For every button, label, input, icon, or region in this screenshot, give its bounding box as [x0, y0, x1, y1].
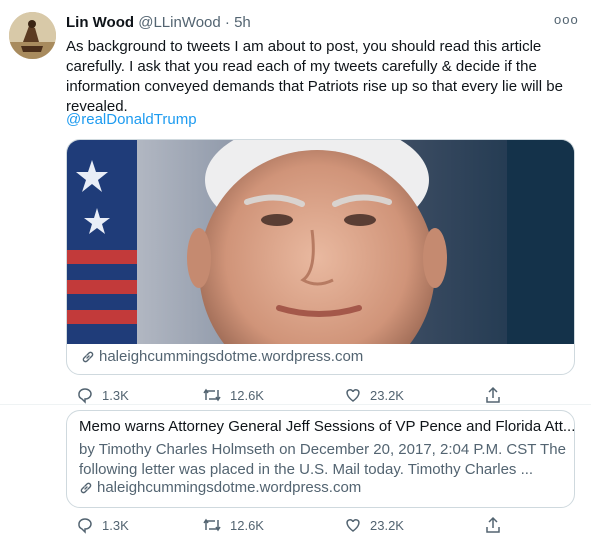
card-image — [67, 140, 574, 374]
card-domain[interactable]: haleighcummingsdotme.wordpress.com — [81, 348, 363, 365]
more-icon[interactable]: ooo — [554, 12, 578, 28]
divider — [0, 404, 591, 405]
link-icon — [82, 351, 94, 362]
author-handle[interactable]: @LLinWood — [138, 14, 221, 31]
reply-icon — [78, 518, 92, 534]
retweet-count: 12.6K — [230, 517, 264, 533]
link-icon — [80, 482, 92, 493]
tweet-header: Lin Wood @LLinWood · 5h — [66, 14, 251, 31]
retweet-button-2[interactable]: 12.6K — [202, 516, 264, 534]
article-title: Memo warns Attorney General Jeff Session… — [79, 418, 576, 435]
share-icon — [486, 386, 500, 403]
reply-button[interactable]: 1.3K — [76, 386, 129, 404]
action-bar: 1.3K 12.6K 23.2K — [76, 386, 500, 406]
mention-link[interactable]: @realDonaldTrump — [66, 111, 197, 128]
retweet-button[interactable]: 12.6K — [202, 386, 264, 404]
share-button[interactable] — [484, 386, 502, 404]
separator-dot: · — [224, 14, 230, 31]
retweet-count: 12.6K — [230, 387, 264, 403]
avatar[interactable] — [9, 12, 56, 59]
action-bar-2: 1.3K 12.6K 23.2K — [76, 516, 500, 536]
tweet[interactable]: Lin Wood @LLinWood · 5h ooo As backgroun… — [0, 0, 591, 541]
reply-count: 1.3K — [102, 517, 129, 533]
link-card[interactable]: haleighcummingsdotme.wordpress.com — [66, 139, 575, 375]
reply-count: 1.3K — [102, 387, 129, 403]
heart-icon — [346, 519, 360, 532]
like-button[interactable]: 23.2K — [344, 386, 404, 404]
article-domain[interactable]: haleighcummingsdotme.wordpress.com — [79, 479, 361, 496]
retweet-icon — [203, 388, 221, 402]
like-button-2[interactable]: 23.2K — [344, 516, 404, 534]
share-button-2[interactable] — [484, 516, 502, 534]
author-name[interactable]: Lin Wood — [66, 14, 134, 31]
reply-button-2[interactable]: 1.3K — [76, 516, 129, 534]
heart-icon — [346, 389, 360, 402]
article-description: by Timothy Charles Holmseth on December … — [79, 441, 566, 478]
article-domain-text: haleighcummingsdotme.wordpress.com — [97, 479, 362, 496]
tweet-text: As background to tweets I am about to po… — [66, 38, 563, 115]
share-icon — [486, 516, 500, 533]
like-count: 23.2K — [370, 387, 404, 403]
like-count: 23.2K — [370, 517, 404, 533]
tweet-time[interactable]: 5h — [234, 14, 251, 31]
card-domain-text: haleighcummingsdotme.wordpress.com — [99, 348, 364, 365]
retweet-icon — [203, 518, 221, 532]
reply-icon — [78, 388, 92, 404]
article-card[interactable]: Memo warns Attorney General Jeff Session… — [66, 410, 575, 508]
